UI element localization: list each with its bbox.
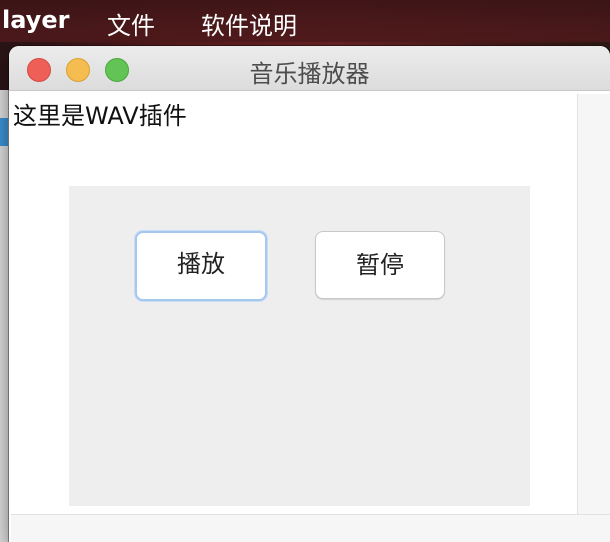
window-title: 音乐播放器 <box>249 60 370 88</box>
background-window-tab <box>0 118 8 146</box>
plugin-label: 这里是WAV插件 <box>13 102 187 130</box>
player-window: 音乐播放器 这里是WAV插件 播放 暂停 <box>9 46 610 542</box>
content-area: 这里是WAV插件 播放 暂停 <box>11 94 577 514</box>
menu-bar: layer 文件 软件说明 <box>0 0 610 42</box>
menu-item-about[interactable]: 软件说明 <box>201 6 297 41</box>
play-button[interactable]: 播放 <box>135 231 267 301</box>
background-window-edge <box>0 90 9 542</box>
title-bar[interactable]: 音乐播放器 <box>9 46 610 91</box>
menu-app-name[interactable]: layer <box>2 6 69 34</box>
controls-panel: 播放 暂停 <box>69 186 530 506</box>
horizontal-scrollbar[interactable] <box>11 514 610 542</box>
vertical-scrollbar[interactable] <box>577 94 610 514</box>
pause-button[interactable]: 暂停 <box>315 231 445 299</box>
menu-item-file[interactable]: 文件 <box>107 6 155 41</box>
